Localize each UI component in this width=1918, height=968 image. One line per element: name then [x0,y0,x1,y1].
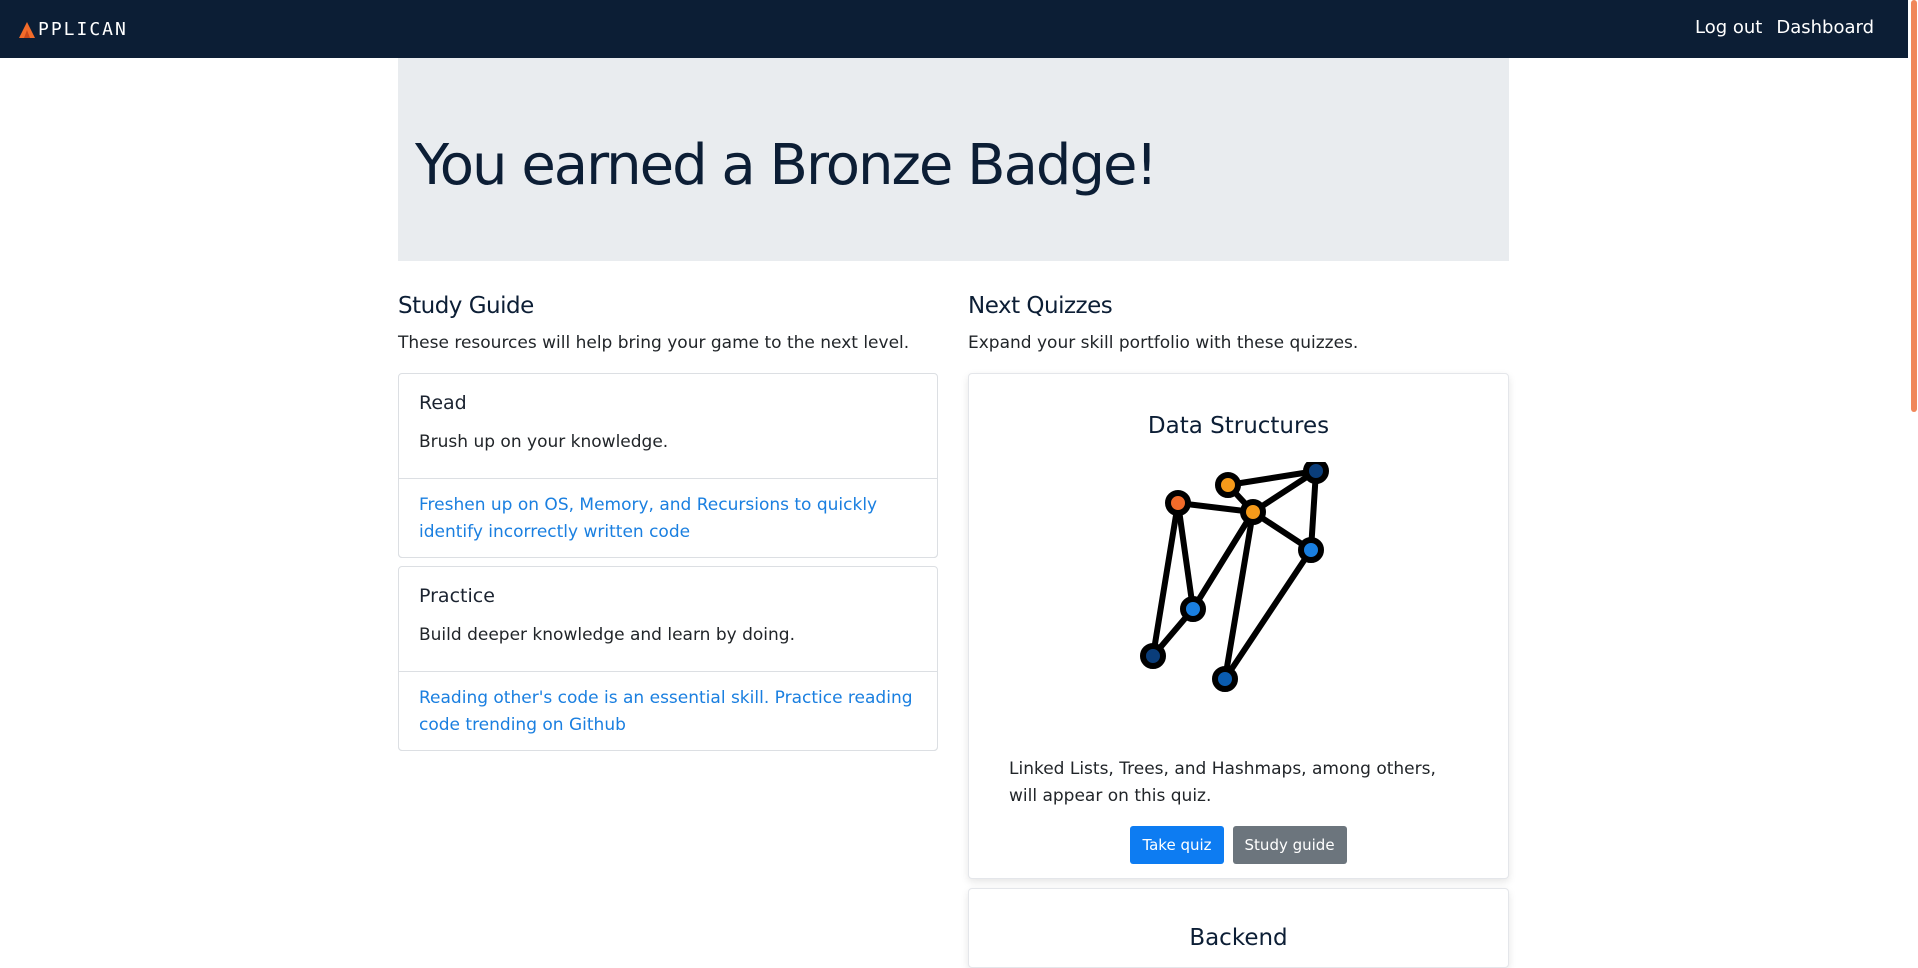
quiz-title: Backend [1189,925,1288,951]
logout-link[interactable]: Log out [1695,16,1762,40]
graph-network-icon [1140,462,1329,692]
study-guide-button[interactable]: Study guide [1232,826,1347,864]
top-navbar: PPLICAN Log out Dashboard [0,0,1908,58]
practice-card: Practice Build deeper knowledge and lear… [398,566,938,751]
quiz-card-backend: Backend [968,888,1509,968]
take-quiz-button[interactable]: Take quiz [1130,826,1224,864]
practice-card-text: Build deeper knowledge and learn by doin… [419,625,795,645]
quiz-title: Data Structures [1147,413,1330,439]
practice-card-title: Practice [419,585,495,607]
brand-logo[interactable]: PPLICAN [18,18,128,42]
read-card: Read Brush up on your knowledge. Freshen… [398,373,938,558]
nav-links: Log out Dashboard [1695,16,1874,40]
hero-title: You earned a Bronze Badge! [415,133,1158,198]
practice-resource-link[interactable]: Reading other's code is an essential ski… [399,672,937,750]
applican-logo-icon [19,22,35,38]
next-quizzes-subtitle: Expand your skill portfolio with these q… [968,333,1359,353]
scrollbar-thumb[interactable] [1911,0,1917,412]
read-resource-link[interactable]: Freshen up on OS, Memory, and Recursions… [399,479,937,557]
page-scrollbar[interactable] [1908,0,1918,937]
quiz-description: Linked Lists, Trees, and Hashmaps, among… [1009,759,1436,806]
brand-name: PPLICAN [38,19,128,40]
dashboard-link[interactable]: Dashboard [1776,16,1874,40]
next-quizzes-title: Next Quizzes [968,293,1113,319]
read-card-title: Read [419,392,467,414]
study-guide-title: Study Guide [398,293,534,319]
badge-hero: You earned a Bronze Badge! [398,58,1509,261]
read-card-text: Brush up on your knowledge. [419,432,669,452]
quiz-card-data-structures: Data Structures Linked Lists, Trees, and… [968,373,1509,879]
quiz-actions: Take quiz Study guide [969,826,1508,864]
study-guide-subtitle: These resources will help bring your gam… [398,333,910,353]
